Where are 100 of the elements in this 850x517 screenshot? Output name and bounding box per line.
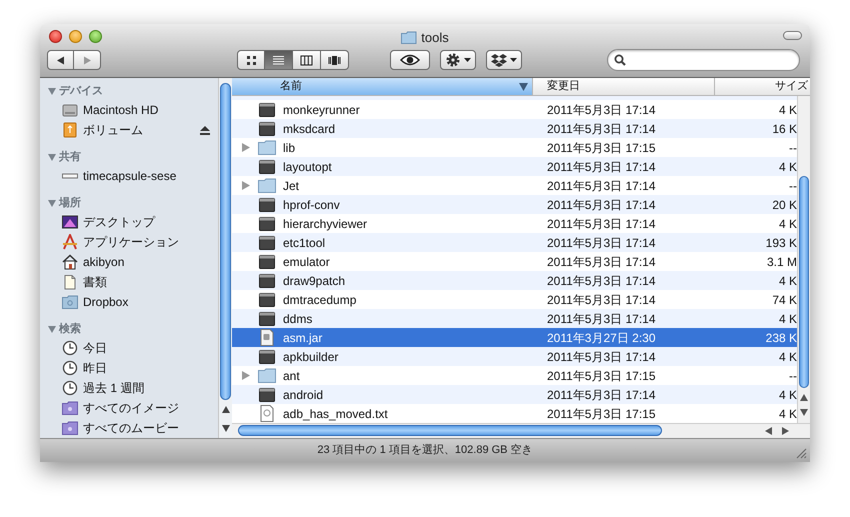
file-name: Jet (283, 178, 300, 194)
file-size: 4 K (778, 386, 797, 404)
disclosure-triangle-icon[interactable] (48, 199, 56, 207)
file-name: draw9patch (283, 272, 346, 290)
sidebar-item[interactable]: akibyon (83, 253, 124, 271)
file-row[interactable]: ddms 2011年5月3日 17:14 4 K (232, 309, 797, 328)
file-name: dmtracedump (283, 292, 356, 308)
scroll-down-icon[interactable] (222, 425, 230, 432)
sidebar-item[interactable]: Dropbox (83, 293, 128, 311)
terminal-icon (259, 102, 275, 116)
column-header[interactable]: サイズ (715, 78, 810, 95)
disclosure-triangle-icon[interactable] (48, 87, 56, 95)
folder-icon (258, 368, 276, 383)
terminal-icon (259, 312, 275, 326)
sidebar-item[interactable]: 書類 (83, 273, 107, 291)
horizontal-scrollbar[interactable] (232, 423, 810, 438)
disclosure-triangle-icon[interactable] (242, 143, 250, 152)
terminal-icon (259, 292, 275, 306)
scroll-up-icon[interactable] (222, 406, 230, 413)
action-button[interactable] (440, 50, 476, 70)
column-header[interactable]: 変更日 (533, 78, 715, 95)
quick-look-button[interactable] (390, 50, 430, 70)
sidebar-scrollbar[interactable] (218, 78, 232, 438)
view-button[interactable] (321, 50, 349, 70)
sidebar-item[interactable]: timecapsule-sese (83, 167, 176, 185)
terminal-icon (259, 122, 275, 136)
sidebar-item[interactable]: 昨日 (83, 359, 107, 377)
section-header: 共有 (59, 150, 81, 165)
file-row[interactable]: etc1tool 2011年5月3日 17:14 193 K (232, 233, 797, 252)
file-date: 2011年5月3日 17:14 (546, 120, 657, 138)
scroll-right-icon[interactable] (782, 427, 789, 435)
file-date: 2011年5月3日 17:14 (546, 272, 657, 290)
minimize-button[interactable] (69, 30, 82, 43)
file-row[interactable]: asm.jar 2011年3月27日 2:30 238 K (232, 328, 797, 347)
sidebar-item[interactable]: アプリケーション (83, 233, 179, 251)
column-header[interactable]: 名前 (232, 78, 533, 95)
file-size: 4 K (778, 406, 797, 422)
folder-icon (401, 31, 418, 44)
view-button[interactable] (265, 50, 293, 70)
section-header: 検索 (59, 322, 81, 337)
sidebar-item[interactable]: 過去 1 週間 (83, 379, 144, 397)
scroll-left-icon[interactable] (765, 427, 772, 435)
icon-view-icon (244, 54, 258, 66)
search-field[interactable] (607, 49, 800, 71)
dropbox-button[interactable] (486, 50, 522, 70)
file-size: 4 K (778, 310, 797, 328)
scroll-thumb[interactable] (799, 176, 809, 388)
sidebar-item[interactable]: ボリューム (83, 121, 143, 139)
file-size: 4 K (778, 102, 797, 118)
file-size: -- (788, 178, 797, 194)
scroll-up-icon[interactable] (800, 394, 808, 401)
folder-icon (62, 294, 78, 310)
file-name: layoutopt (283, 158, 332, 176)
file-date: 2011年5月3日 17:14 (546, 158, 657, 176)
scroll-thumb[interactable] (238, 425, 662, 436)
disclosure-triangle-icon[interactable] (242, 371, 250, 380)
resize-grip-icon[interactable] (796, 448, 807, 459)
file-size: 4 K (778, 216, 797, 232)
disclosure-triangle-icon[interactable] (242, 181, 250, 190)
scroll-thumb[interactable] (220, 83, 231, 400)
file-row[interactable]: android 2011年5月3日 17:14 4 K (232, 385, 797, 404)
file-date: 2011年5月3日 17:14 (546, 292, 657, 308)
terminal-icon (259, 236, 275, 250)
sidebar-item[interactable]: 今日 (83, 339, 107, 357)
zoom-button[interactable] (89, 30, 102, 43)
view-button[interactable] (293, 50, 321, 70)
file-date: 2011年5月3日 17:14 (546, 310, 657, 328)
smart-folder-icon (62, 420, 78, 436)
smart-folder-icon (62, 400, 78, 416)
file-date: 2011年5月3日 17:15 (546, 406, 657, 422)
disclosure-triangle-icon[interactable] (48, 325, 56, 333)
file-row[interactable]: mksdcard 2011年5月3日 17:14 16 K (232, 119, 797, 138)
sidebar-item[interactable]: デスクトップ (83, 213, 155, 231)
toolbar-toggle-button[interactable] (783, 31, 802, 40)
back-button[interactable] (47, 50, 74, 70)
forward-button[interactable] (74, 50, 101, 70)
file-date: 2011年5月3日 17:14 (546, 386, 657, 404)
sidebar-item[interactable]: すべてのムービー (83, 419, 179, 437)
sidebar-item[interactable]: Macintosh HD (83, 101, 158, 119)
file-name: lib (283, 140, 296, 156)
right-arrow-icon (82, 56, 92, 64)
file-row[interactable]: layoutopt 2011年5月3日 17:14 4 K (232, 157, 797, 176)
file-date: 2011年5月3日 17:14 (546, 196, 657, 214)
file-size: 4 K (778, 158, 797, 176)
file-row[interactable]: hprof-conv 2011年5月3日 17:14 20 K (232, 195, 797, 214)
file-size: 16 K (771, 120, 797, 138)
view-button[interactable] (237, 50, 265, 70)
sidebar-item[interactable]: すべてのイメージ (83, 399, 179, 417)
disclosure-triangle-icon[interactable] (48, 153, 56, 161)
file-date: 2011年5月3日 17:14 (546, 234, 657, 252)
vertical-scrollbar[interactable] (797, 96, 810, 423)
eject-icon[interactable] (200, 126, 210, 134)
hard-drive-icon (62, 102, 78, 118)
folder-icon (258, 140, 276, 155)
file-row[interactable]: draw9patch 2011年5月3日 17:14 4 K (232, 271, 797, 290)
scroll-down-icon[interactable] (800, 409, 808, 416)
file-row[interactable]: apkbuilder 2011年5月3日 17:14 4 K (232, 347, 797, 366)
drive-icon (62, 122, 78, 138)
close-button[interactable] (49, 30, 62, 43)
file-date: 2011年5月3日 17:14 (546, 216, 657, 232)
